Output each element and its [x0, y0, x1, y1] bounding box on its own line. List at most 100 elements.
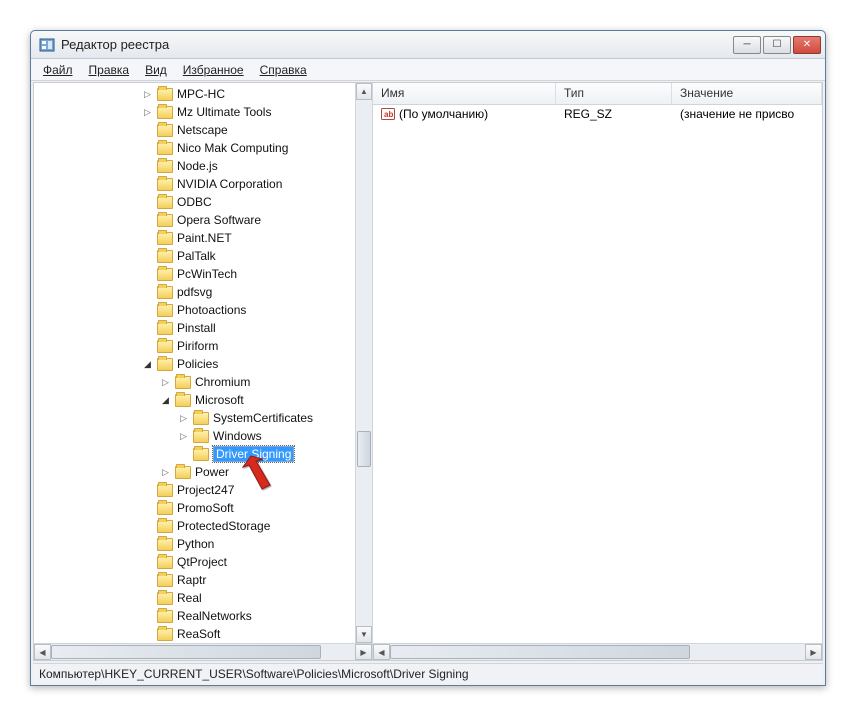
column-value[interactable]: Значение: [672, 83, 822, 104]
tree-item[interactable]: ▷Real: [34, 589, 372, 607]
tree-item[interactable]: ▷Raptr: [34, 571, 372, 589]
tree-item-label-editing[interactable]: Driver Signing: [213, 446, 294, 462]
menu-file[interactable]: Файл: [37, 61, 79, 79]
tree-item[interactable]: ▷ODBC: [34, 193, 372, 211]
folder-icon: [157, 592, 173, 605]
registry-editor-window: Редактор реестра ─ ☐ ✕ Файл Правка Вид И…: [30, 30, 826, 686]
tree-item[interactable]: ▷Node.js: [34, 157, 372, 175]
tree-item[interactable]: ▷Opera Software: [34, 211, 372, 229]
scroll-left-button[interactable]: ◀: [373, 644, 390, 660]
tree-item[interactable]: ▷PalTalk: [34, 247, 372, 265]
tree-item[interactable]: ▷Nico Mak Computing: [34, 139, 372, 157]
folder-icon: [157, 556, 173, 569]
tree-item-label: ProtectedStorage: [177, 519, 270, 533]
expand-icon[interactable]: ▷: [142, 89, 153, 100]
tree-item[interactable]: ▷Photoactions: [34, 301, 372, 319]
tree-item-label: RealNetworks: [177, 609, 252, 623]
tree-item[interactable]: ◢Policies: [34, 355, 372, 373]
folder-icon: [175, 394, 191, 407]
title-bar[interactable]: Редактор реестра ─ ☐ ✕: [31, 31, 825, 59]
tree-item[interactable]: ▷PcWinTech: [34, 265, 372, 283]
close-button[interactable]: ✕: [793, 36, 821, 54]
tree-item-label: QtProject: [177, 555, 227, 569]
tree-item[interactable]: ▷ReaSoft: [34, 625, 372, 643]
expand-icon[interactable]: ▷: [160, 467, 171, 478]
menu-favorites[interactable]: Избранное: [177, 61, 250, 79]
tree-item[interactable]: ▷PromoSoft: [34, 499, 372, 517]
tree-item[interactable]: ▷Driver Signing: [34, 445, 372, 463]
scroll-thumb[interactable]: [390, 645, 690, 659]
values-panel: Имя Тип Значение ab(По умолчанию)REG_SZ(…: [373, 83, 822, 660]
svg-text:ab: ab: [384, 110, 393, 119]
tree-item[interactable]: ▷SystemCertificates: [34, 409, 372, 427]
values-list[interactable]: ab(По умолчанию)REG_SZ(значение не присв…: [373, 105, 822, 643]
tree-item[interactable]: ▷Pinstall: [34, 319, 372, 337]
tree-item-label: NVIDIA Corporation: [177, 177, 282, 191]
expand-icon[interactable]: ▷: [178, 431, 189, 442]
tree-item-label: Chromium: [195, 375, 250, 389]
tree-item[interactable]: ▷Paint.NET: [34, 229, 372, 247]
tree-item[interactable]: ▷Piriform: [34, 337, 372, 355]
scroll-right-button[interactable]: ▶: [805, 644, 822, 660]
expand-icon[interactable]: ▷: [142, 107, 153, 118]
tree-item-label: Node.js: [177, 159, 218, 173]
folder-icon: [157, 268, 173, 281]
tree-item[interactable]: ▷NVIDIA Corporation: [34, 175, 372, 193]
tree-item-label: Pinstall: [177, 321, 216, 335]
tree-item[interactable]: ▷Mz Ultimate Tools: [34, 103, 372, 121]
menu-edit[interactable]: Правка: [83, 61, 136, 79]
scroll-down-button[interactable]: ▼: [356, 626, 372, 643]
status-bar: Компьютер\HKEY_CURRENT_USER\Software\Pol…: [33, 663, 823, 683]
folder-icon: [157, 484, 173, 497]
tree-item[interactable]: ▷Power: [34, 463, 372, 481]
value-type: REG_SZ: [556, 107, 672, 121]
folder-icon: [157, 250, 173, 263]
maximize-button[interactable]: ☐: [763, 36, 791, 54]
column-name[interactable]: Имя: [373, 83, 556, 104]
folder-icon: [157, 124, 173, 137]
scroll-thumb[interactable]: [357, 431, 371, 467]
collapse-icon[interactable]: ◢: [142, 359, 153, 370]
app-icon: [39, 37, 55, 53]
scroll-thumb[interactable]: [51, 645, 321, 659]
folder-icon: [157, 142, 173, 155]
tree-item[interactable]: ▷QtProject: [34, 553, 372, 571]
values-hscrollbar[interactable]: ◀ ▶: [373, 643, 822, 660]
tree-item[interactable]: ▷RealNetworks: [34, 607, 372, 625]
menu-view[interactable]: Вид: [139, 61, 173, 79]
tree-item-label: Real: [177, 591, 202, 605]
tree-item[interactable]: ▷ Windows: [34, 427, 372, 445]
folder-icon: [193, 412, 209, 425]
tree-item[interactable]: ▷pdfsvg: [34, 283, 372, 301]
tree-hscrollbar[interactable]: ◀ ▶: [34, 643, 372, 660]
tree-item-label: Netscape: [177, 123, 228, 137]
minimize-button[interactable]: ─: [733, 36, 761, 54]
scroll-left-button[interactable]: ◀: [34, 644, 51, 660]
tree-item-label: PromoSoft: [177, 501, 234, 515]
scroll-right-button[interactable]: ▶: [355, 644, 372, 660]
tree-item[interactable]: ▷Netscape: [34, 121, 372, 139]
menu-help[interactable]: Справка: [254, 61, 313, 79]
folder-icon: [157, 538, 173, 551]
tree-item[interactable]: ▷Python: [34, 535, 372, 553]
expand-icon[interactable]: ▷: [178, 413, 189, 424]
column-type[interactable]: Тип: [556, 83, 672, 104]
collapse-icon[interactable]: ◢: [160, 395, 171, 406]
scroll-track[interactable]: [356, 100, 372, 626]
tree-item[interactable]: ◢Microsoft: [34, 391, 372, 409]
registry-tree[interactable]: ▷MPC-HC▷Mz Ultimate Tools▷Netscape▷Nico …: [34, 83, 372, 643]
tree-item-label: Opera Software: [177, 213, 261, 227]
tree-item-label: Windows: [213, 429, 262, 443]
tree-vscrollbar[interactable]: ▲ ▼: [355, 83, 372, 643]
tree-item[interactable]: ▷MPC-HC: [34, 85, 372, 103]
expand-icon[interactable]: ▷: [160, 377, 171, 388]
value-data: (значение не присво: [672, 107, 822, 121]
scroll-up-button[interactable]: ▲: [356, 83, 372, 100]
tree-item-label: Piriform: [177, 339, 218, 353]
value-row[interactable]: ab(По умолчанию)REG_SZ(значение не присв…: [373, 105, 822, 123]
tree-item[interactable]: ▷Project247: [34, 481, 372, 499]
folder-icon: [193, 430, 209, 443]
tree-item[interactable]: ▷ Chromium: [34, 373, 372, 391]
folder-icon: [175, 376, 191, 389]
tree-item[interactable]: ▷ProtectedStorage: [34, 517, 372, 535]
